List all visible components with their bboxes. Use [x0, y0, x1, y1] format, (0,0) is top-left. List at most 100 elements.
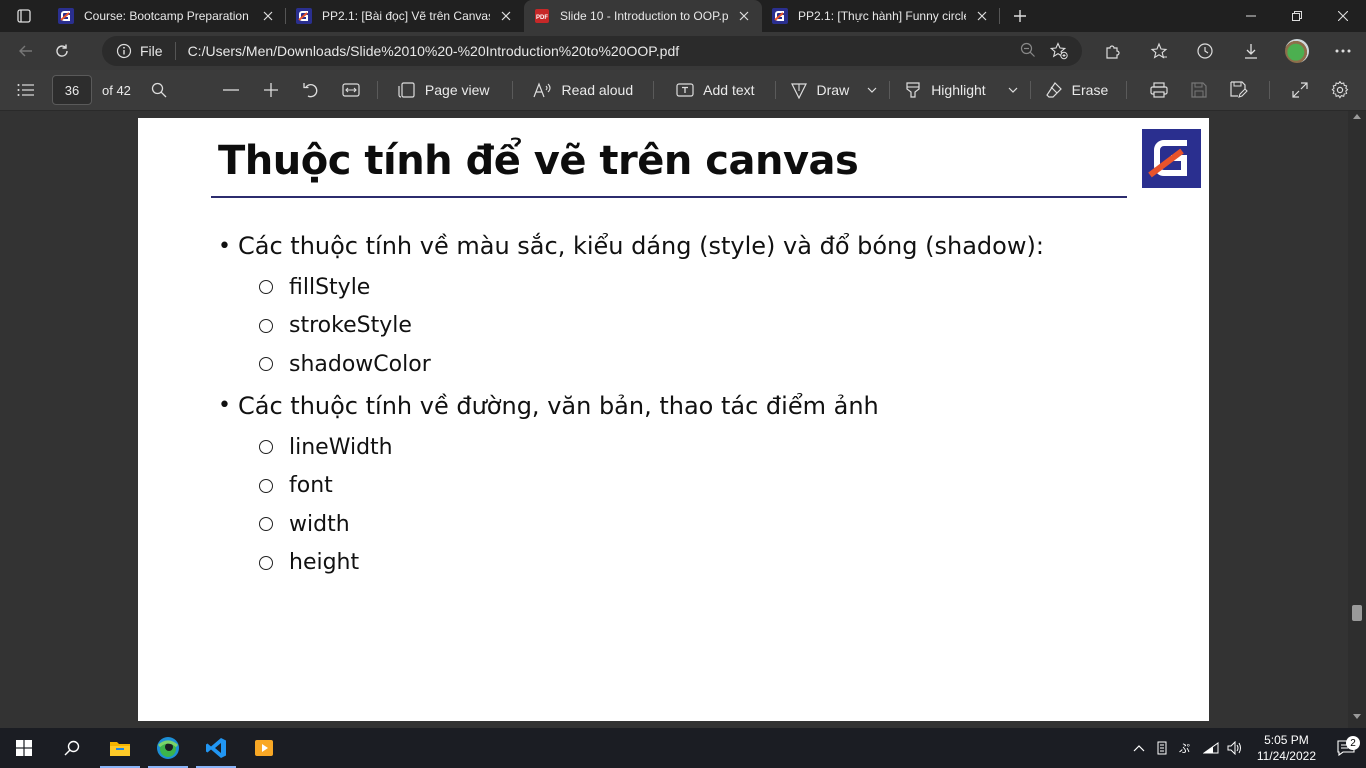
- fit-to-page-button[interactable]: [331, 70, 371, 111]
- codegym-logo: [1142, 129, 1201, 188]
- tab-funny-circles[interactable]: PP2.1: [Thực hành] Funny circles: [762, 0, 1000, 32]
- add-text-label: Add text: [703, 82, 755, 98]
- minimize-button[interactable]: [1228, 0, 1274, 32]
- page-view-label: Page view: [424, 82, 490, 98]
- history-button[interactable]: [1182, 32, 1228, 70]
- full-screen-button[interactable]: [1280, 70, 1320, 111]
- taskbar-vscode[interactable]: [192, 728, 240, 768]
- sub-bullet-text: fillStyle: [289, 274, 371, 300]
- settings-more-button[interactable]: [1320, 32, 1366, 70]
- chevron-down-icon[interactable]: [867, 87, 877, 93]
- close-icon: [263, 11, 273, 21]
- contents-button[interactable]: [0, 70, 52, 111]
- read-aloud-button[interactable]: Read aloud: [525, 70, 642, 111]
- site-info-button[interactable]: File: [116, 42, 176, 60]
- close-tab-button[interactable]: [972, 6, 992, 26]
- scroll-up-icon[interactable]: [1353, 113, 1361, 119]
- notification-center-button[interactable]: 2: [1326, 736, 1366, 756]
- zoom-out-button[interactable]: [211, 70, 251, 111]
- read-aloud-label: Read aloud: [561, 82, 634, 98]
- highlight-button[interactable]: Highlight: [904, 70, 986, 111]
- sub-bullet-text: width: [289, 511, 350, 537]
- tab-bootcamp-course[interactable]: Course: Bootcamp Preparation 2: [48, 0, 286, 32]
- start-button[interactable]: [0, 728, 48, 768]
- circle-bullet: [259, 318, 273, 333]
- sub-bullet-text: height: [289, 550, 360, 576]
- tab-strip: Course: Bootcamp Preparation 2 PP2.1: [B…: [0, 0, 1366, 32]
- rotate-button[interactable]: [291, 70, 331, 111]
- highlighter-icon: [906, 82, 920, 98]
- favorites-button[interactable]: [1136, 32, 1182, 70]
- add-text-button[interactable]: Add text: [670, 70, 762, 111]
- print-button[interactable]: [1139, 70, 1179, 111]
- close-tab-button[interactable]: [258, 6, 278, 26]
- taskbar-edge[interactable]: [144, 728, 192, 768]
- circle-bullet: [259, 280, 273, 295]
- scroll-down-icon[interactable]: [1353, 714, 1361, 720]
- add-favorite-icon[interactable]: [1050, 42, 1068, 60]
- chevron-down-icon[interactable]: [1008, 87, 1018, 93]
- ime-button[interactable]: [1151, 741, 1175, 755]
- network-button[interactable]: [1199, 742, 1223, 754]
- close-icon: [1338, 11, 1348, 21]
- close-window-button[interactable]: [1320, 0, 1366, 32]
- list-item: • Các thuộc tính về màu sắc, kiểu dáng (s…: [218, 224, 1044, 268]
- tab-slide-pdf[interactable]: PDF Slide 10 - Introduction to OOP.pdf: [524, 0, 762, 32]
- downloads-button[interactable]: [1228, 32, 1274, 70]
- back-button[interactable]: [8, 35, 44, 67]
- erase-label: Erase: [1071, 82, 1109, 98]
- extensions-button[interactable]: [1090, 32, 1136, 70]
- bullet-dot: •: [218, 393, 231, 419]
- chevron-up-icon: [1133, 744, 1145, 751]
- pdf-document-area[interactable]: Thuộc tính để vẽ trên canvas • Các thuộc …: [0, 111, 1348, 728]
- profile-button[interactable]: [1274, 32, 1320, 70]
- page-total: of 42: [102, 82, 131, 98]
- page-number-input[interactable]: 36: [52, 75, 92, 105]
- title-underline: [211, 196, 1127, 198]
- clock[interactable]: 5:05 PM 11/24/2022: [1247, 732, 1326, 764]
- tab-actions-button[interactable]: [0, 0, 48, 32]
- refresh-button[interactable]: [44, 35, 80, 67]
- address-bar[interactable]: File C:/Users/Men/Downloads/Slide%2010%2…: [102, 36, 1082, 66]
- circle-bullet: [259, 555, 273, 570]
- close-tab-button[interactable]: [496, 6, 516, 26]
- volume-button[interactable]: [1223, 741, 1247, 755]
- new-tab-button[interactable]: [1000, 0, 1040, 32]
- list-item: lineWidth: [218, 428, 1044, 467]
- find-button[interactable]: [137, 70, 181, 111]
- bullet-text: Các thuộc tính về màu sắc, kiểu dáng (st…: [238, 232, 1044, 260]
- pdf-settings-button[interactable]: [1320, 70, 1360, 111]
- save-as-button[interactable]: [1219, 70, 1259, 111]
- zoom-in-button[interactable]: [251, 70, 291, 111]
- draw-button[interactable]: Draw: [790, 70, 849, 111]
- zoom-out-icon[interactable]: [1020, 42, 1036, 58]
- tab-canvas-reading[interactable]: PP2.1: [Bài đọc] Vẽ trên Canvas: [286, 0, 524, 32]
- info-icon: [116, 43, 132, 59]
- page-view-button[interactable]: Page view: [388, 70, 500, 111]
- restore-button[interactable]: [1274, 0, 1320, 32]
- pdf-icon: PDF: [535, 9, 549, 23]
- close-icon: [501, 11, 511, 21]
- close-tab-button[interactable]: [734, 6, 754, 26]
- bullet-dot: •: [218, 233, 231, 259]
- vertical-scrollbar[interactable]: [1348, 111, 1366, 728]
- toolbar-divider: [511, 81, 513, 99]
- windows-taskbar: ぷ 5:05 PM 11/24/2022 2: [0, 728, 1366, 768]
- url-text[interactable]: C:/Users/Men/Downloads/Slide%2010%20-%20…: [188, 43, 1020, 59]
- toolbar-divider: [889, 81, 891, 99]
- system-tray: ぷ 5:05 PM 11/24/2022 2: [1127, 728, 1366, 768]
- taskbar-file-explorer[interactable]: [96, 728, 144, 768]
- scrollbar-thumb[interactable]: [1352, 605, 1362, 621]
- add-text-icon: [676, 83, 694, 97]
- circle-bullet: [259, 478, 273, 493]
- erase-button[interactable]: Erase: [1045, 70, 1109, 111]
- taskbar-media-player[interactable]: [240, 728, 288, 768]
- save-button[interactable]: [1179, 70, 1219, 111]
- windows-logo-icon: [16, 740, 32, 756]
- show-hidden-icons-button[interactable]: [1127, 744, 1151, 752]
- video-player-icon: [255, 740, 273, 756]
- search-icon: [151, 82, 167, 98]
- pdf-page: Thuộc tính để vẽ trên canvas • Các thuộc …: [138, 118, 1209, 721]
- search-button[interactable]: [48, 728, 96, 768]
- language-button[interactable]: ぷ: [1175, 741, 1199, 755]
